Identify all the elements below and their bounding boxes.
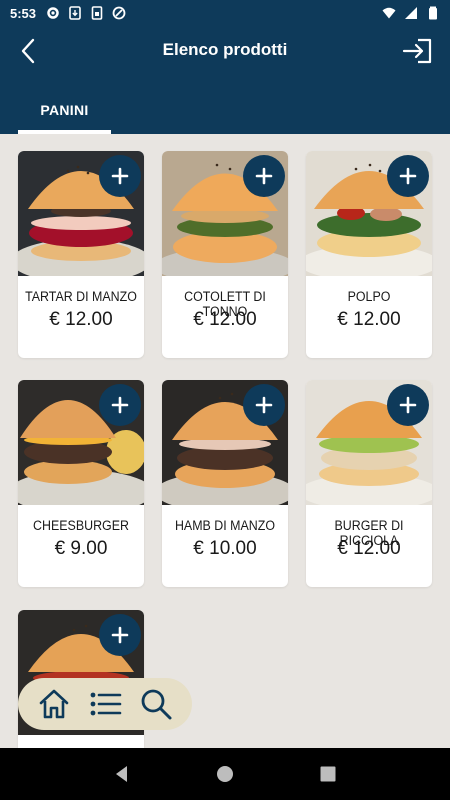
- home-icon[interactable]: [36, 686, 72, 722]
- download-icon: [69, 6, 81, 20]
- product-name: TARTAR DI MANZO: [25, 289, 137, 304]
- search-icon[interactable]: [138, 686, 174, 722]
- add-to-cart-button[interactable]: [387, 155, 429, 197]
- product-price: € 12.00: [193, 309, 257, 330]
- signal-icon: [405, 7, 417, 19]
- status-time: 5:53: [10, 5, 37, 21]
- product-name: HAMB DI MANZO: [174, 518, 276, 533]
- product-card[interactable]: COTOLETT DI TONNO € 12.00: [162, 151, 288, 358]
- logout-icon[interactable]: [402, 36, 434, 66]
- page-title: Elenco prodotti: [162, 40, 288, 59]
- plus-icon: [255, 167, 273, 185]
- product-price: € 12.00: [337, 309, 401, 330]
- product-card[interactable]: CHEESBURGER € 9.00: [18, 380, 144, 587]
- system-nav-bar: [0, 748, 450, 800]
- plus-icon: [111, 167, 129, 185]
- app-bar: Elenco prodotti PANINI: [0, 26, 450, 134]
- add-to-cart-button[interactable]: [243, 384, 285, 426]
- product-price: € 12.00: [49, 309, 113, 330]
- product-price: € 12.00: [337, 538, 401, 559]
- product-card[interactable]: TARTAR DI MANZO € 12.00: [18, 151, 144, 358]
- plus-icon: [399, 167, 417, 185]
- recents-icon[interactable]: [318, 764, 338, 784]
- tab-panini[interactable]: PANINI: [18, 86, 111, 134]
- plus-icon: [255, 396, 273, 414]
- add-to-cart-button[interactable]: [243, 155, 285, 197]
- add-to-cart-button[interactable]: [99, 155, 141, 197]
- wifi-icon: [382, 7, 396, 19]
- list-icon[interactable]: [87, 686, 123, 722]
- status-bar: 5:53: [0, 0, 450, 26]
- product-name: POLPO: [347, 289, 391, 304]
- product-price: € 10.00: [193, 538, 257, 559]
- product-name: CHEESBURGER: [33, 518, 129, 533]
- plus-icon: [111, 626, 129, 644]
- add-to-cart-button[interactable]: [387, 384, 429, 426]
- data-saver-icon: [112, 6, 126, 20]
- add-to-cart-button[interactable]: [99, 384, 141, 426]
- settings-icon: [47, 7, 59, 19]
- back-icon[interactable]: [112, 764, 132, 784]
- plus-icon: [111, 396, 129, 414]
- battery-icon: [429, 6, 437, 20]
- product-card[interactable]: BURGER DI RICCIOLA € 12.00: [306, 380, 432, 587]
- home-button-icon[interactable]: [215, 764, 235, 784]
- sim-icon: [91, 6, 103, 20]
- plus-icon: [399, 396, 417, 414]
- floating-nav: [18, 678, 192, 730]
- tab-indicator: [18, 130, 111, 134]
- product-card[interactable]: POLPO € 12.00: [306, 151, 432, 358]
- add-to-cart-button[interactable]: [99, 614, 141, 656]
- product-card[interactable]: HAMB DI MANZO € 10.00: [162, 380, 288, 587]
- product-price: € 9.00: [54, 538, 108, 559]
